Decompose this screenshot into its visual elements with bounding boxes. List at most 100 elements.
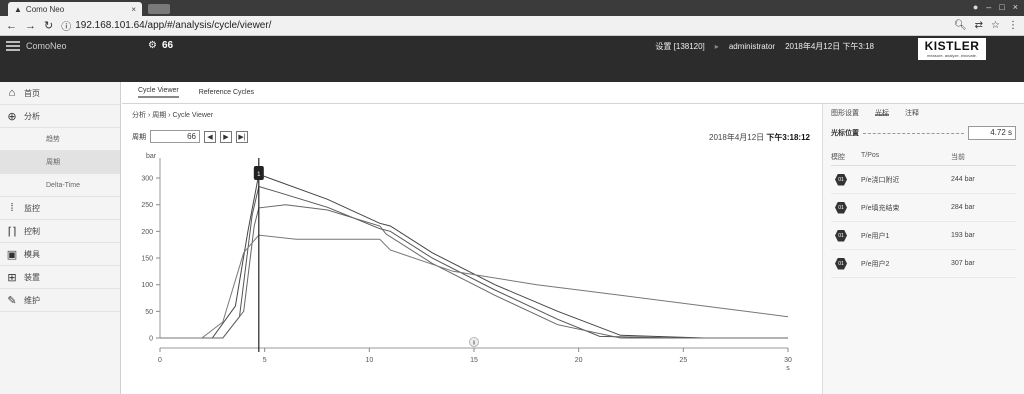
sidebar-item-label: 趋势 bbox=[46, 136, 60, 143]
browser-menu-icon[interactable]: ⋮ bbox=[1008, 20, 1018, 31]
table-row[interactable]: 01 P/e用户2 307 bar bbox=[831, 250, 1016, 278]
pressure-chart[interactable]: bar0501001502002503000 5 10 15 20 25 30s1II bbox=[122, 148, 822, 394]
series-line-1 bbox=[160, 173, 788, 339]
kistler-logo: KISTLER measure. analyze. innovate. bbox=[918, 38, 986, 60]
table-header: 模腔 T/Pos 当前 bbox=[831, 152, 1016, 166]
zoom-icon[interactable]: 🔍︎ bbox=[954, 20, 967, 31]
kistler-logo-text: KISTLER bbox=[924, 39, 980, 53]
tab-graph-settings[interactable]: 图形设置 bbox=[831, 108, 859, 117]
maximize-icon[interactable]: □ bbox=[999, 2, 1004, 12]
sidebar-item-monitor[interactable]: ⁞ 监控 bbox=[0, 197, 120, 220]
period-selector: 周期 66 ◀ ▶ ▶| bbox=[132, 130, 248, 143]
period-label: 周期 bbox=[132, 133, 146, 141]
minimize-icon[interactable]: – bbox=[986, 2, 991, 12]
url-text: 192.168.101.64/app/#/analysis/cycle/view… bbox=[75, 20, 272, 31]
device-icon: ⊞ bbox=[7, 271, 17, 284]
sidebar-subitem-delta-time[interactable]: Delta-Time bbox=[0, 174, 120, 197]
x-tick-label: 20 bbox=[575, 357, 583, 364]
y-tick-label: 100 bbox=[141, 282, 153, 289]
sidebar-item-maintenance[interactable]: ✎ 维护 bbox=[0, 289, 120, 312]
column-header-tpos: T/Pos bbox=[861, 152, 880, 159]
column-header-cavity: 模腔 bbox=[831, 154, 845, 161]
sidebar-item-label: 控制 bbox=[24, 226, 40, 236]
period-input[interactable]: 66 bbox=[150, 130, 200, 143]
cursor-values-table: 模腔 T/Pos 当前 01 P/e浇口附近 244 bar 01 P/e填充结… bbox=[831, 152, 1016, 278]
sidebar-item-label: 周期 bbox=[46, 159, 60, 166]
cycle-datetime: 2018年4月12日 下午3:18:12 bbox=[709, 132, 810, 143]
address-bar: ← → ↻ ⓘ 192.168.101.64/app/#/analysis/cy… bbox=[0, 16, 1024, 36]
x-tick-label: 0 bbox=[158, 357, 162, 364]
browser-tabbar: ▲ Como Neo × ● – □ × bbox=[0, 0, 1024, 16]
tab-cursor[interactable]: 光标 bbox=[875, 108, 889, 117]
window-close-icon[interactable]: × bbox=[1013, 2, 1018, 12]
analysis-icon: ⊕ bbox=[7, 110, 17, 123]
y-tick-label: 250 bbox=[141, 202, 153, 209]
cavity-badge-icon: 01 bbox=[835, 201, 847, 214]
sensor-value: 193 bar bbox=[951, 232, 975, 239]
cursor-position-input[interactable]: 4.72 s bbox=[968, 126, 1016, 140]
reload-icon[interactable]: ↻ bbox=[44, 19, 53, 32]
sensor-name: P/e浇口附近 bbox=[861, 176, 900, 184]
machine-icon: ⚙ bbox=[148, 40, 157, 51]
user-name[interactable]: administrator bbox=[729, 42, 775, 51]
zoom-handle-label: II bbox=[473, 341, 476, 347]
cavity-badge-icon: 01 bbox=[835, 173, 847, 186]
sidebar-item-control[interactable]: ⌈⌉ 控制 bbox=[0, 220, 120, 243]
y-tick-label: 300 bbox=[141, 176, 153, 183]
sensor-value: 307 bar bbox=[951, 260, 975, 267]
sidebar-subitem-trend[interactable]: 趋势 bbox=[0, 128, 120, 151]
table-row[interactable]: 01 P/e浇口附近 244 bar bbox=[831, 166, 1016, 194]
translate-icon[interactable]: ⇄ bbox=[975, 20, 983, 31]
y-tick-label: 150 bbox=[141, 256, 153, 263]
breadcrumb: 分析 › 周期 › Cycle Viewer bbox=[132, 112, 214, 119]
new-tab-button[interactable] bbox=[148, 4, 170, 14]
y-tick-label: 50 bbox=[145, 309, 153, 316]
tab-reference-cycles[interactable]: Reference Cycles bbox=[199, 89, 254, 96]
table-row[interactable]: 01 P/e用户1 193 bar bbox=[831, 222, 1016, 250]
prev-cycle-button[interactable]: ◀ bbox=[204, 130, 216, 143]
cycle-date: 2018年4月12日 bbox=[709, 133, 765, 142]
y-tick-label: 200 bbox=[141, 229, 153, 236]
x-tick-label: 15 bbox=[470, 357, 478, 364]
panel-tabs: 图形设置 光标 注释 bbox=[823, 104, 1024, 120]
tab-annotations[interactable]: 注释 bbox=[905, 108, 919, 117]
sidebar-item-label: 模具 bbox=[24, 249, 40, 259]
column-header-current: 当前 bbox=[951, 154, 965, 161]
kistler-favicon-icon: ▲ bbox=[14, 4, 22, 14]
table-row[interactable]: 01 P/e填充结束 284 bar bbox=[831, 194, 1016, 222]
sidebar-item-home[interactable]: ⌂ 首页 bbox=[0, 82, 120, 105]
tab-close-icon[interactable]: × bbox=[131, 5, 136, 14]
hamburger-menu-icon[interactable] bbox=[6, 41, 20, 51]
sensor-value: 284 bar bbox=[951, 204, 975, 211]
cursor-position-row: 光标位置 4.72 s bbox=[823, 120, 1024, 146]
app-header: ComoNeo ⚙ 66 设置 [138120] ▸ administrator… bbox=[0, 36, 1024, 82]
settings-label[interactable]: 设置 [138120] bbox=[655, 41, 704, 52]
y-tick-label: 0 bbox=[149, 336, 153, 343]
y-axis-label: bar bbox=[146, 153, 157, 160]
machine-number: ⚙ 66 bbox=[148, 40, 173, 51]
sensor-name: P/e用户2 bbox=[861, 260, 890, 268]
cavity-badge-icon: 01 bbox=[835, 229, 847, 242]
app-name: ComoNeo bbox=[26, 41, 67, 51]
settings-arrow-icon: ▸ bbox=[714, 42, 719, 51]
profile-icon[interactable]: ● bbox=[973, 2, 978, 12]
forward-icon[interactable]: → bbox=[25, 20, 36, 32]
sidebar-item-mold[interactable]: ▣ 模具 bbox=[0, 243, 120, 266]
bookmark-star-icon[interactable]: ☆ bbox=[991, 20, 1000, 31]
x-tick-label: 10 bbox=[365, 357, 373, 364]
last-cycle-button[interactable]: ▶| bbox=[236, 130, 248, 143]
series-line-3 bbox=[160, 204, 788, 339]
tab-cycle-viewer[interactable]: Cycle Viewer bbox=[138, 87, 179, 98]
back-icon[interactable]: ← bbox=[6, 20, 17, 32]
cursor-panel: 图形设置 光标 注释 光标位置 4.72 s 模腔 T/Pos 当前 01 P/… bbox=[822, 104, 1024, 394]
sidebar-subitem-cycle[interactable]: 周期 bbox=[0, 151, 120, 174]
sidebar-item-analysis[interactable]: ⊕ 分析 bbox=[0, 105, 120, 128]
url-field[interactable]: ⓘ 192.168.101.64/app/#/analysis/cycle/vi… bbox=[61, 18, 946, 33]
browser-tab[interactable]: ▲ Como Neo × bbox=[8, 2, 142, 16]
sidebar-item-label: 分析 bbox=[24, 111, 40, 121]
sidebar-item-device[interactable]: ⊞ 装置 bbox=[0, 266, 120, 289]
monitor-icon: ⁞ bbox=[10, 202, 14, 214]
info-icon: ⓘ bbox=[61, 22, 72, 33]
next-cycle-button[interactable]: ▶ bbox=[220, 130, 232, 143]
x-axis-label: s bbox=[786, 365, 790, 372]
